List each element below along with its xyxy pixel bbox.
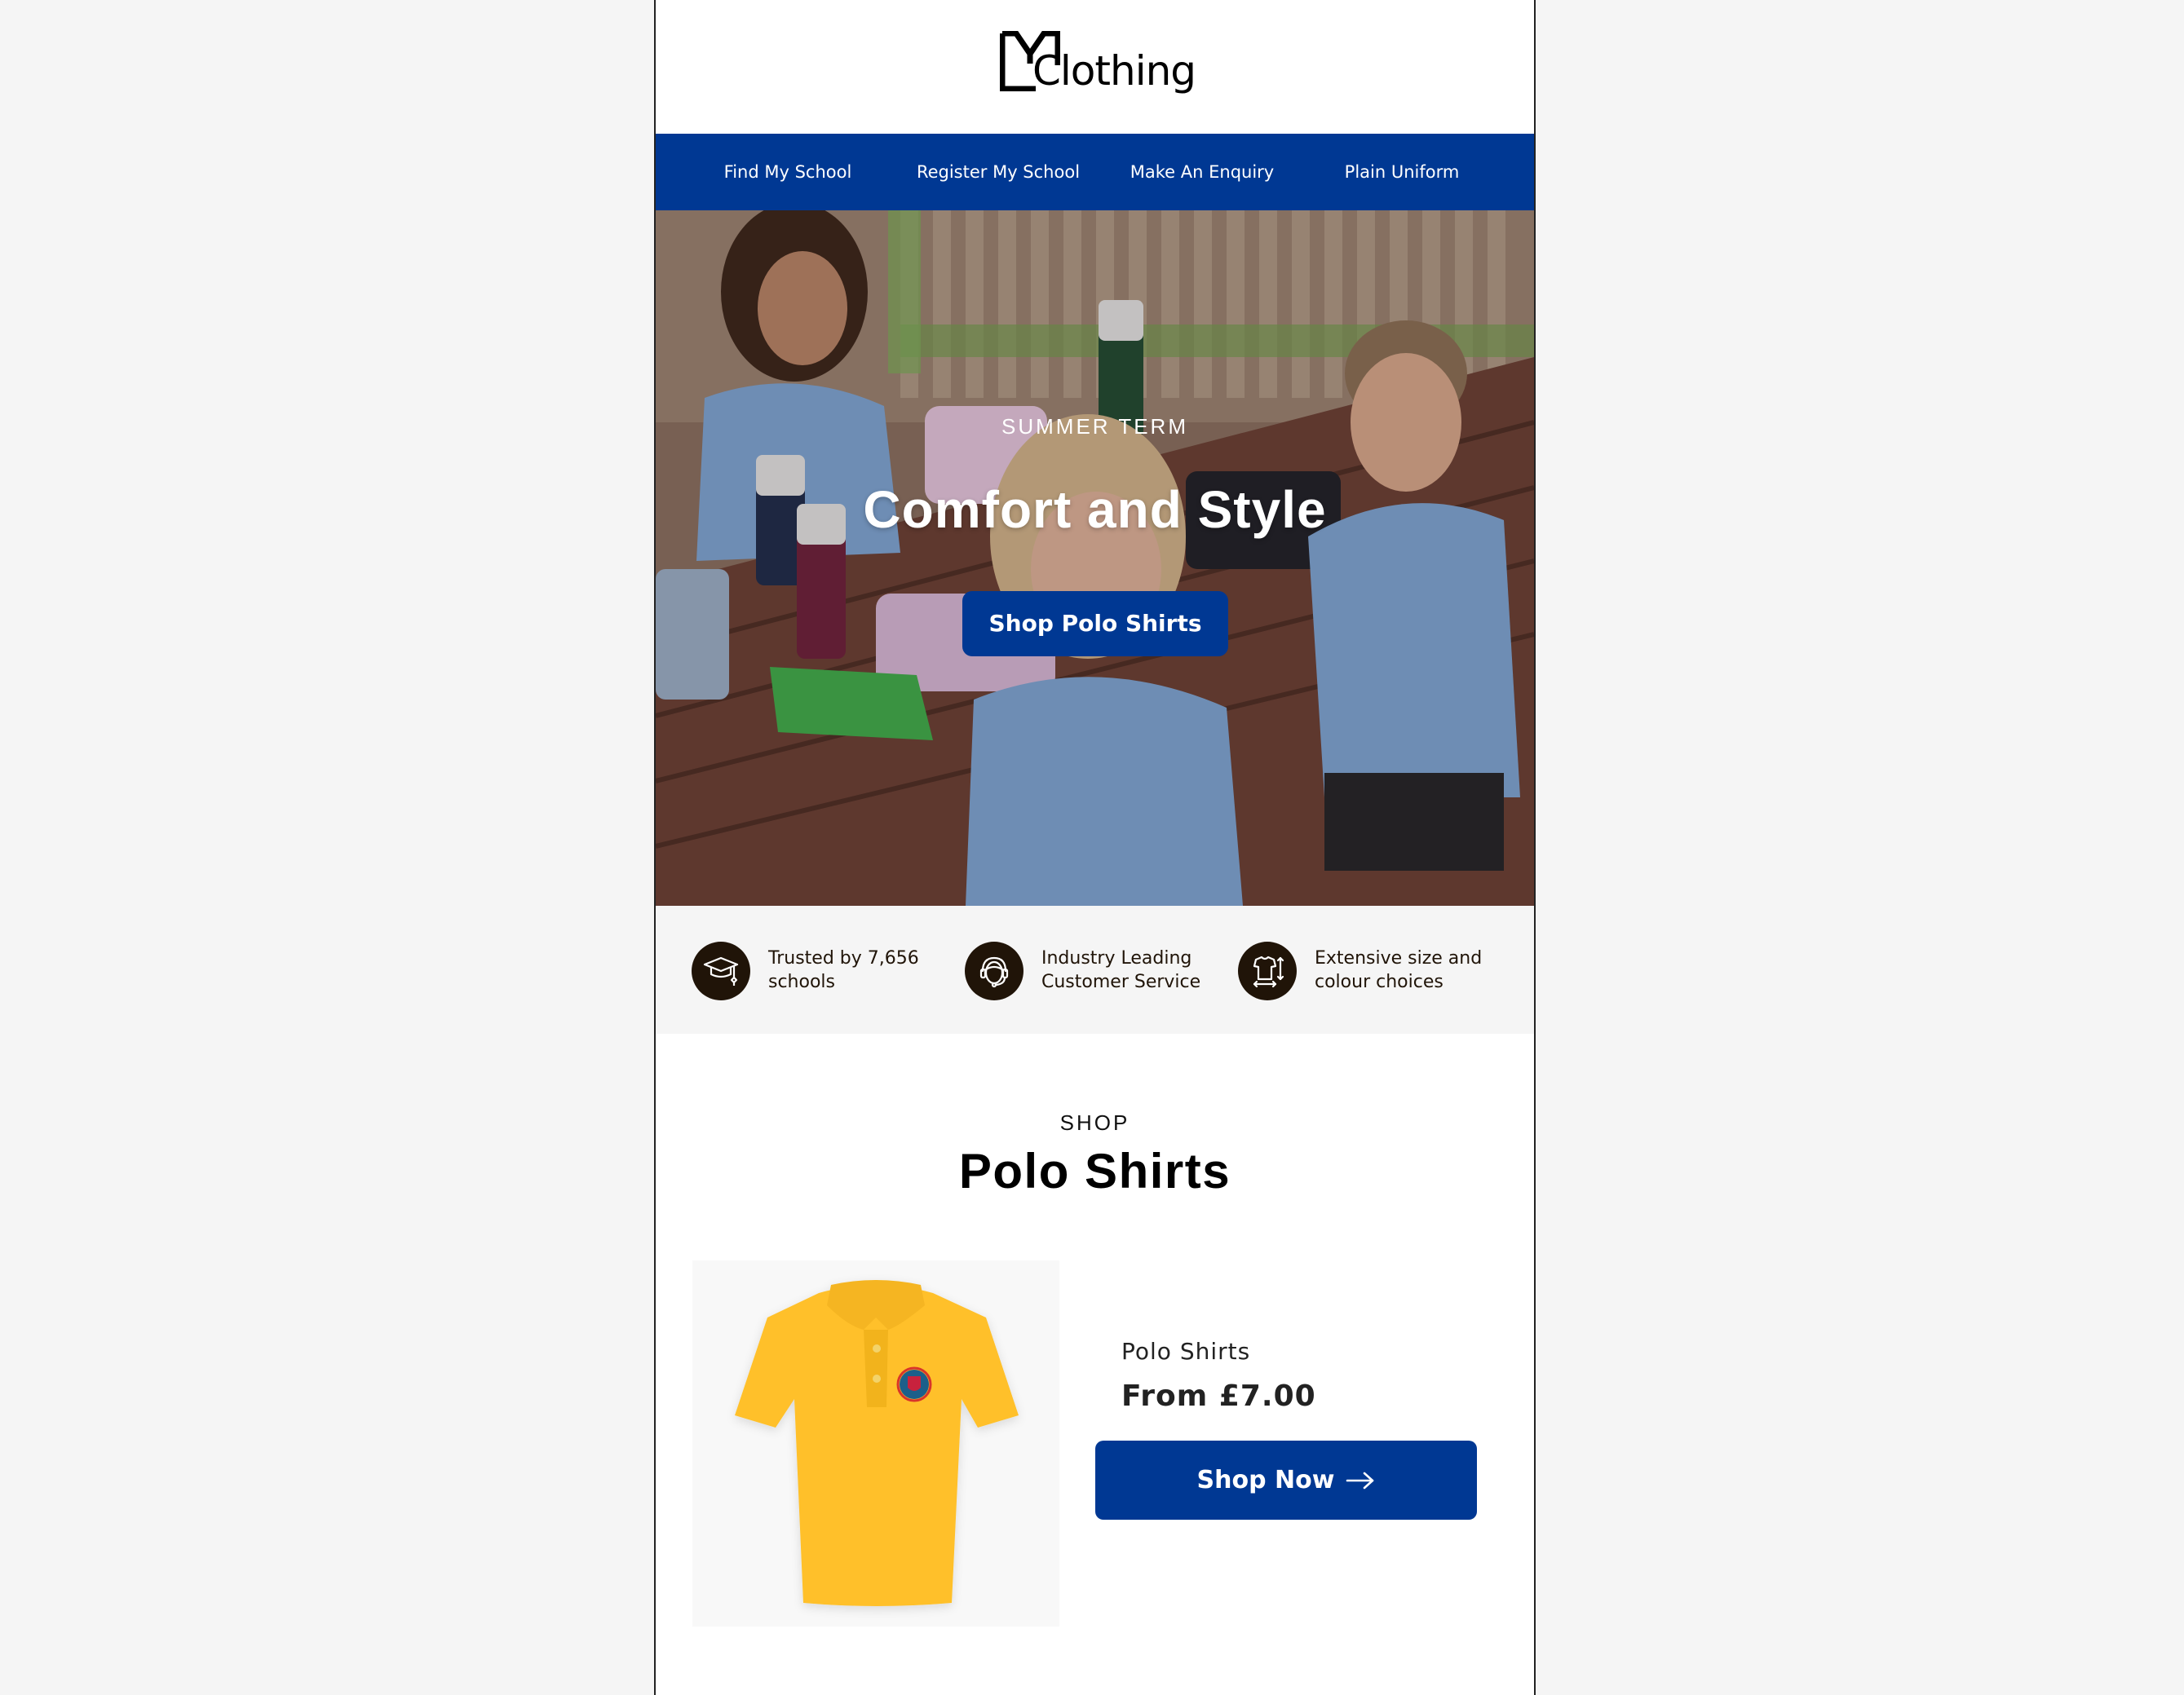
shop-now-button[interactable]: Shop Now: [1095, 1441, 1477, 1520]
product-name[interactable]: Polo Shirts: [1121, 1338, 1250, 1365]
shop-polo-shirts-button[interactable]: Shop Polo Shirts: [962, 591, 1228, 656]
product-image[interactable]: [692, 1260, 1059, 1627]
feature-text-line: Customer Service: [1041, 972, 1201, 992]
arrow-right-icon: [1346, 1472, 1374, 1489]
hero-title: Comfort and Style: [863, 480, 1327, 539]
feature-text-line: Trusted by 7,656: [768, 948, 919, 969]
headset-icon: [965, 942, 1023, 1000]
feature-text-line: Extensive size and: [1315, 948, 1483, 969]
polo-shirt-image: [735, 1280, 1019, 1606]
nav-find-my-school[interactable]: Find My School: [706, 134, 869, 210]
shop-title: Polo Shirts: [958, 1144, 1231, 1198]
nav-register-my-school[interactable]: Register My School: [900, 134, 1096, 210]
nav-plain-uniform[interactable]: Plain Uniform: [1320, 134, 1483, 210]
feature-text: Trusted by 7,656 schools: [768, 947, 964, 994]
graduation-cap-icon: [692, 942, 750, 1000]
feature-text-line: colour choices: [1315, 972, 1443, 992]
email-page: Clothing Find My School Register My Scho…: [654, 0, 1536, 1695]
nav-make-an-enquiry[interactable]: Make An Enquiry: [1112, 134, 1292, 210]
tshirt-size-icon: [1238, 942, 1297, 1000]
logo[interactable]: Clothing: [997, 29, 1197, 103]
feature-text: Industry Leading Customer Service: [1041, 947, 1237, 994]
feature-strip: Trusted by 7,656 schools Industry Leadin…: [656, 906, 1534, 1034]
shop-now-label: Shop Now: [1196, 1466, 1335, 1494]
hero-overlay: [656, 210, 1534, 906]
feature-text: Extensive size and colour choices: [1315, 947, 1510, 994]
logo-wordmark: Clothing: [1032, 47, 1196, 95]
main-nav: Find My School Register My School Make A…: [656, 134, 1534, 210]
hero-kicker: SUMMER TERM: [1001, 414, 1188, 439]
feature-text-line: schools: [768, 972, 835, 992]
feature-text-line: Industry Leading: [1041, 948, 1192, 969]
hero-banner: SUMMER TERM Comfort and Style Shop Polo …: [656, 210, 1534, 906]
product-price: From £7.00: [1121, 1379, 1316, 1413]
shop-kicker: SHOP: [1059, 1110, 1130, 1135]
header: Clothing: [656, 0, 1534, 134]
